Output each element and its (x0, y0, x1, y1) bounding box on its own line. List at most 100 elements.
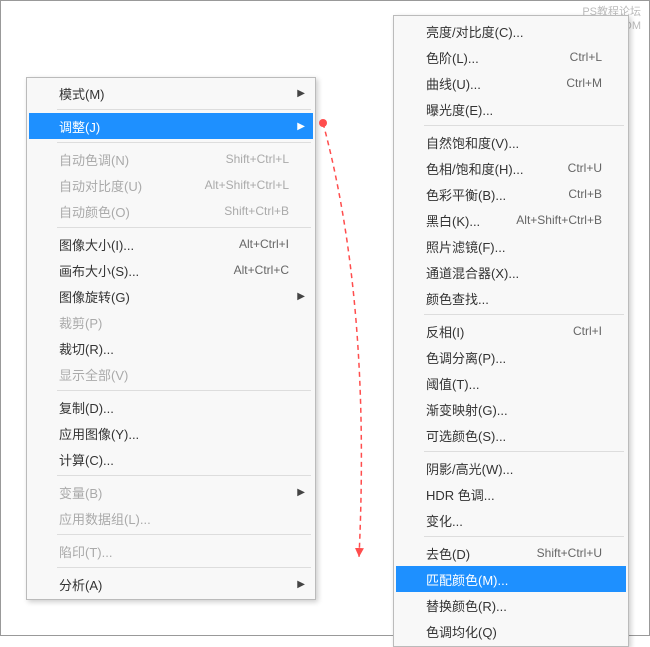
menu-separator (424, 314, 624, 315)
rightMenu-item[interactable]: HDR 色调... (396, 481, 626, 507)
leftMenu-item[interactable]: 分析(A)▶ (29, 571, 313, 597)
menu-item-shortcut: Ctrl+U (568, 161, 602, 175)
submenu-arrow-icon: ▶ (297, 88, 305, 99)
menu-item-label: 自动色调(N) (59, 150, 226, 169)
rightMenu-item[interactable]: 黑白(K)...Alt+Shift+Ctrl+B (396, 207, 626, 233)
submenu-arrow-icon: ▶ (297, 121, 305, 132)
rightMenu-item[interactable]: 变化... (396, 507, 626, 533)
menu-item-label: 去色(D) (426, 544, 537, 563)
menu-item-label: 通道混合器(X)... (426, 263, 602, 282)
leftMenu-item[interactable]: 复制(D)... (29, 394, 313, 420)
rightMenu-item[interactable]: 反相(I)Ctrl+I (396, 318, 626, 344)
menu-item-shortcut: Shift+Ctrl+U (537, 546, 602, 560)
menu-item-label: 应用数据组(L)... (59, 509, 289, 528)
rightMenu-item[interactable]: 通道混合器(X)... (396, 259, 626, 285)
menu-item-label: 计算(C)... (59, 450, 289, 469)
leftMenu-item: 应用数据组(L)... (29, 505, 313, 531)
leftMenu-item: 裁剪(P) (29, 309, 313, 335)
menu-item-shortcut: Ctrl+I (573, 324, 602, 338)
menu-item-label: 图像大小(I)... (59, 235, 239, 254)
menu-separator (57, 475, 311, 476)
leftMenu-item[interactable]: 应用图像(Y)... (29, 420, 313, 446)
leftMenu-item[interactable]: 裁切(R)... (29, 335, 313, 361)
menu-separator (57, 227, 311, 228)
menu-item-label: 色阶(L)... (426, 48, 570, 67)
leftMenu-item[interactable]: 图像大小(I)...Alt+Ctrl+I (29, 231, 313, 257)
rightMenu-item[interactable]: 阈值(T)... (396, 370, 626, 396)
leftMenu-item[interactable]: 画布大小(S)...Alt+Ctrl+C (29, 257, 313, 283)
menu-separator (57, 567, 311, 568)
menu-item-label: 色调分离(P)... (426, 348, 602, 367)
menu-item-label: 色相/饱和度(H)... (426, 159, 568, 178)
menu-item-label: 亮度/对比度(C)... (426, 22, 602, 41)
rightMenu-item[interactable]: 可选颜色(S)... (396, 422, 626, 448)
menu-item-label: 图像旋转(G) (59, 287, 289, 306)
menu-separator (424, 536, 624, 537)
menu-item-label: HDR 色调... (426, 485, 602, 504)
leftMenu-item: 自动颜色(O)Shift+Ctrl+B (29, 198, 313, 224)
menu-separator (424, 125, 624, 126)
rightMenu-item[interactable]: 去色(D)Shift+Ctrl+U (396, 540, 626, 566)
image-menu: 模式(M)▶调整(J)▶自动色调(N)Shift+Ctrl+L自动对比度(U)A… (26, 77, 316, 600)
rightMenu-item[interactable]: 曝光度(E)... (396, 96, 626, 122)
menu-item-shortcut: Alt+Shift+Ctrl+L (205, 178, 289, 192)
rightMenu-item[interactable]: 曲线(U)...Ctrl+M (396, 70, 626, 96)
leftMenu-item: 自动色调(N)Shift+Ctrl+L (29, 146, 313, 172)
rightMenu-item[interactable]: 替换颜色(R)... (396, 592, 626, 618)
rightMenu-item[interactable]: 照片滤镜(F)... (396, 233, 626, 259)
menu-item-label: 阈值(T)... (426, 374, 602, 393)
adjustments-submenu: 亮度/对比度(C)...色阶(L)...Ctrl+L曲线(U)...Ctrl+M… (393, 15, 629, 647)
leftMenu-item[interactable]: 模式(M) ▶ (29, 80, 313, 106)
leftMenu-item: 显示全部(V) (29, 361, 313, 387)
menu-item-shortcut: Shift+Ctrl+L (226, 152, 289, 166)
menu-separator (57, 142, 311, 143)
menu-item-shortcut: Alt+Ctrl+C (234, 263, 289, 277)
menu-item-label: 颜色查找... (426, 289, 602, 308)
rightMenu-item[interactable]: 色调分离(P)... (396, 344, 626, 370)
rightMenu-item[interactable]: 自然饱和度(V)... (396, 129, 626, 155)
rightMenu-item[interactable]: 颜色查找... (396, 285, 626, 311)
menu-item-label: 变量(B) (59, 483, 289, 502)
menu-item-label: 变化... (426, 511, 602, 530)
leftMenu-item[interactable]: 图像旋转(G) ▶ (29, 283, 313, 309)
menu-item-label: 曝光度(E)... (426, 100, 602, 119)
leftMenu-item[interactable]: 调整(J) ▶ (29, 113, 313, 139)
menu-item-label: 裁切(R)... (59, 339, 289, 358)
menu-item-label: 复制(D)... (59, 398, 289, 417)
menu-item-label: 阴影/高光(W)... (426, 459, 602, 478)
menu-separator (424, 451, 624, 452)
submenu-arrow-icon: ▶ (297, 291, 305, 302)
rightMenu-item[interactable]: 色相/饱和度(H)...Ctrl+U (396, 155, 626, 181)
rightMenu-item[interactable]: 匹配颜色(M)... (396, 566, 626, 592)
menu-item-label: 应用图像(Y)... (59, 424, 289, 443)
rightMenu-item[interactable]: 色调均化(Q) (396, 618, 626, 644)
menu-item-shortcut: Ctrl+M (566, 76, 602, 90)
menu-item-label: 照片滤镜(F)... (426, 237, 602, 256)
rightMenu-item[interactable]: 色彩平衡(B)...Ctrl+B (396, 181, 626, 207)
menu-item-label: 调整(J) (59, 117, 289, 136)
menu-item-label: 色彩平衡(B)... (426, 185, 568, 204)
rightMenu-item[interactable]: 亮度/对比度(C)... (396, 18, 626, 44)
menu-item-label: 匹配颜色(M)... (426, 570, 602, 589)
menu-item-label: 自动颜色(O) (59, 202, 224, 221)
menu-item-label: 陷印(T)... (59, 542, 289, 561)
menu-item-label: 渐变映射(G)... (426, 400, 602, 419)
menu-item-label: 曲线(U)... (426, 74, 566, 93)
menu-separator (57, 109, 311, 110)
menu-item-label: 分析(A) (59, 575, 289, 594)
menu-item-shortcut: Alt+Shift+Ctrl+B (516, 213, 602, 227)
menu-item-label: 替换颜色(R)... (426, 596, 602, 615)
menu-item-shortcut: Alt+Ctrl+I (239, 237, 289, 251)
rightMenu-item[interactable]: 阴影/高光(W)... (396, 455, 626, 481)
menu-item-label: 裁剪(P) (59, 313, 289, 332)
menu-item-label: 模式(M) (59, 84, 289, 103)
rightMenu-item[interactable]: 渐变映射(G)... (396, 396, 626, 422)
menu-item-label: 色调均化(Q) (426, 622, 602, 641)
rightMenu-item[interactable]: 色阶(L)...Ctrl+L (396, 44, 626, 70)
menu-item-label: 画布大小(S)... (59, 261, 234, 280)
menu-item-label: 自然饱和度(V)... (426, 133, 602, 152)
menu-item-label: 可选颜色(S)... (426, 426, 602, 445)
leftMenu-item: 陷印(T)... (29, 538, 313, 564)
menu-item-label: 反相(I) (426, 322, 573, 341)
leftMenu-item[interactable]: 计算(C)... (29, 446, 313, 472)
